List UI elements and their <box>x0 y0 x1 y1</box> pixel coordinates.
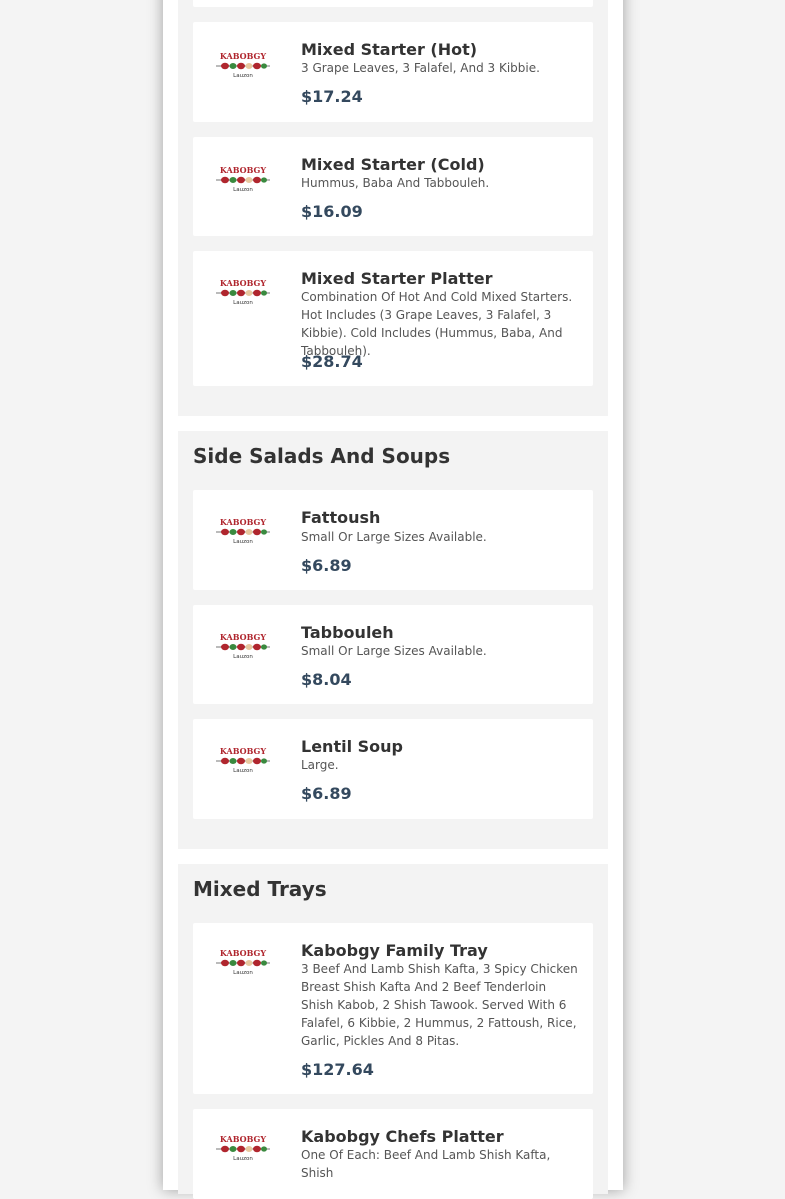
menu-item-card[interactable]: KABOBGY Lauzon Mixed Starter Platter Comb… <box>193 251 593 386</box>
item-name: Mixed Starter (Cold) <box>301 155 485 174</box>
svg-text:Lauzon: Lauzon <box>233 73 253 79</box>
item-name: Kabobgy Chefs Platter <box>301 1127 504 1146</box>
item-name: Tabbouleh <box>301 623 394 642</box>
item-description: 3 Grape Leaves, 3 Falafel, And 3 Kibbie. <box>301 61 540 75</box>
section-title: Mixed Trays <box>193 877 327 901</box>
svg-text:Lauzon: Lauzon <box>233 539 253 545</box>
kabobgy-logo: KABOBGY Lauzon <box>213 277 273 307</box>
svg-text:KABOBGY: KABOBGY <box>220 165 266 175</box>
item-price: $28.74 <box>301 352 363 371</box>
section-title: Side Salads And Soups <box>193 444 451 468</box>
svg-text:Lauzon: Lauzon <box>233 300 253 306</box>
item-price: $6.89 <box>301 784 352 803</box>
kabobgy-logo: KABOBGY Lauzon <box>213 516 273 546</box>
kabobgy-logo: KABOBGY Lauzon <box>213 631 273 661</box>
item-price: $8.04 <box>301 670 352 689</box>
svg-text:Lauzon: Lauzon <box>233 187 253 193</box>
svg-text:KABOBGY: KABOBGY <box>220 51 266 61</box>
svg-text:Lauzon: Lauzon <box>233 654 253 660</box>
menu-item-card[interactable]: KABOBGY Lauzon Tabbouleh Small Or Large S… <box>193 605 593 704</box>
menu-item-card[interactable]: KABOBGY Lauzon Kabobgy Family Tray 3 Beef… <box>193 923 593 1094</box>
menu-item-card[interactable]: KABOBGY Lauzon Kabobgy Chefs Platter One … <box>193 1109 593 1199</box>
item-name: Fattoush <box>301 508 381 527</box>
svg-text:Lauzon: Lauzon <box>233 768 253 774</box>
svg-text:KABOBGY: KABOBGY <box>220 746 266 756</box>
menu-item-card[interactable]: KABOBGY Lauzon Mixed Starter (Cold) Hummu… <box>193 137 593 236</box>
kabobgy-logo: KABOBGY Lauzon <box>213 947 273 977</box>
kabobgy-logo: KABOBGY Lauzon <box>213 50 273 80</box>
kabobgy-logo: KABOBGY Lauzon <box>213 164 273 194</box>
item-name: Mixed Starter (Hot) <box>301 40 478 59</box>
svg-text:Lauzon: Lauzon <box>233 970 253 976</box>
svg-text:KABOBGY: KABOBGY <box>220 278 266 288</box>
item-price: $16.09 <box>301 202 363 221</box>
item-description: Large. <box>301 758 339 772</box>
item-description: 3 Beef And Lamb Shish Kafta, 3 Spicy Chi… <box>301 962 578 1048</box>
item-description: One Of Each: Beef And Lamb Shish Kafta, … <box>301 1148 551 1180</box>
item-name: Kabobgy Family Tray <box>301 941 488 960</box>
menu-item-card[interactable] <box>193 0 593 7</box>
item-name: Mixed Starter Platter <box>301 269 493 288</box>
item-price: $17.24 <box>301 87 363 106</box>
item-price: $6.89 <box>301 556 352 575</box>
kabobgy-logo: KABOBGY Lauzon <box>213 1133 273 1163</box>
kabobgy-logo: KABOBGY Lauzon <box>213 745 273 775</box>
item-description: Small Or Large Sizes Available. <box>301 530 487 544</box>
svg-text:KABOBGY: KABOBGY <box>220 632 266 642</box>
item-name: Lentil Soup <box>301 737 403 756</box>
menu-item-card[interactable]: KABOBGY Lauzon Lentil Soup Large. $6.89 <box>193 719 593 819</box>
menu-item-card[interactable]: KABOBGY Lauzon Mixed Starter (Hot) 3 Grap… <box>193 22 593 122</box>
item-price: $127.64 <box>301 1060 374 1079</box>
menu-item-card[interactable]: KABOBGY Lauzon Fattoush Small Or Large Si… <box>193 490 593 590</box>
item-description: Combination Of Hot And Cold Mixed Starte… <box>301 290 573 358</box>
item-description: Small Or Large Sizes Available. <box>301 644 487 658</box>
svg-text:KABOBGY: KABOBGY <box>220 948 266 958</box>
svg-text:Lauzon: Lauzon <box>233 1156 253 1162</box>
item-description: Hummus, Baba And Tabbouleh. <box>301 176 490 190</box>
svg-text:KABOBGY: KABOBGY <box>220 1134 266 1144</box>
svg-text:KABOBGY: KABOBGY <box>220 517 266 527</box>
